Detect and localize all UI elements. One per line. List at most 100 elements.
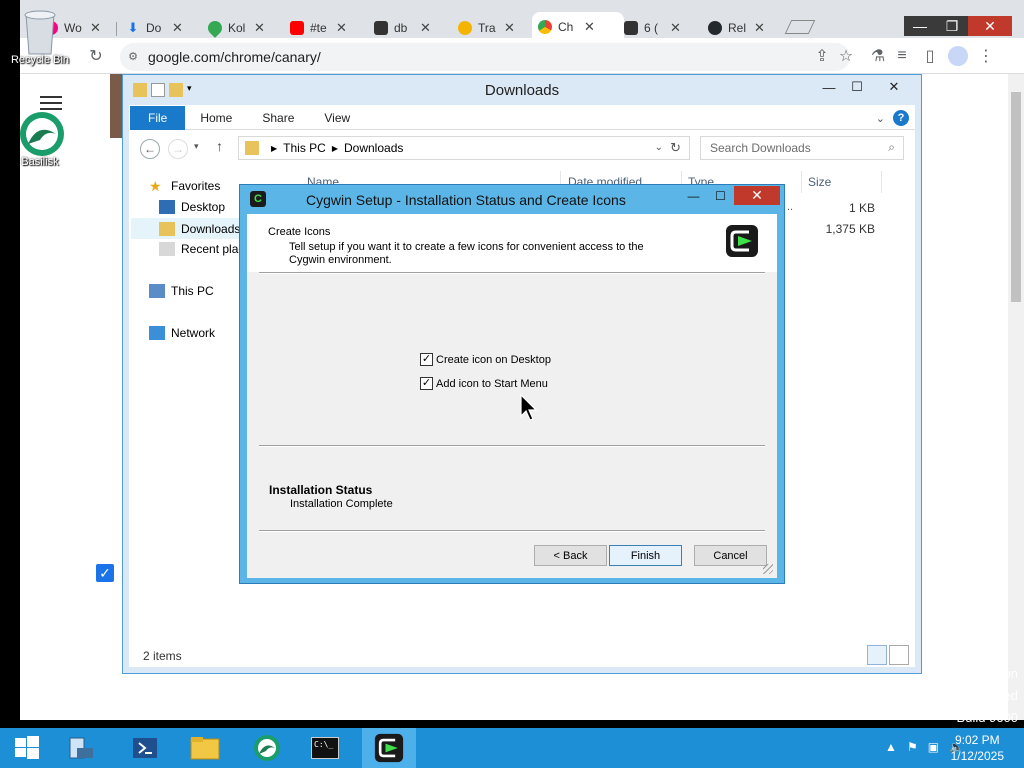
windows-logo-icon — [15, 736, 39, 759]
close-button[interactable]: ✕ — [968, 16, 1012, 36]
nav-recent-places[interactable]: Recent plac — [159, 242, 244, 256]
close-icon[interactable]: ✕ — [172, 20, 183, 36]
close-button[interactable]: ✕ — [734, 186, 780, 205]
star-icon: ★ — [149, 178, 162, 194]
ribbon-tab-file[interactable]: File — [130, 105, 186, 130]
share-icon[interactable]: ⇪ — [810, 44, 834, 68]
taskbar-command-prompt[interactable]: C:\_ — [298, 728, 352, 768]
cancel-button[interactable]: Cancel — [694, 545, 767, 566]
close-icon[interactable]: ✕ — [254, 20, 265, 36]
basilisk-icon — [254, 735, 280, 761]
close-icon[interactable]: ✕ — [336, 20, 347, 36]
nav-favorites[interactable]: ★ Favorites — [149, 179, 220, 193]
ribbon-tab-home[interactable]: Home — [185, 106, 247, 130]
nav-this-pc[interactable]: This PC — [149, 284, 214, 298]
media-queue-icon[interactable]: ≡ — [890, 44, 914, 68]
address-text: google.com/chrome/canary/ — [148, 49, 321, 65]
column-size[interactable]: Size — [802, 171, 882, 193]
youtube-icon — [290, 21, 304, 35]
help-icon[interactable]: ? — [893, 110, 909, 126]
resize-grip[interactable] — [763, 564, 773, 574]
reload-icon[interactable]: ↻ — [84, 44, 108, 68]
nav-label: Desktop — [181, 200, 226, 214]
chrome-icon — [538, 20, 552, 34]
github-icon — [708, 21, 722, 35]
taskbar-file-explorer[interactable] — [178, 728, 232, 768]
taskbar-cygwin-setup[interactable] — [362, 728, 416, 768]
recent-locations-icon[interactable]: ▾ — [194, 141, 199, 152]
ribbon-tab-share[interactable]: Share — [247, 106, 309, 130]
new-tab-button[interactable] — [784, 20, 816, 34]
close-icon[interactable]: ✕ — [754, 20, 765, 36]
refresh-icon[interactable]: ↻ — [670, 140, 681, 156]
taskbar-server-manager[interactable] — [54, 728, 108, 768]
nav-network[interactable]: Network — [149, 326, 215, 340]
close-icon[interactable]: ✕ — [420, 20, 431, 36]
maximize-button[interactable]: ☐ — [843, 78, 871, 96]
close-icon[interactable]: ✕ — [670, 20, 681, 36]
address-bar[interactable]: google.com/chrome/canary/ — [120, 43, 850, 71]
desktop-icon-basilisk[interactable]: Basilisk — [4, 110, 76, 168]
close-button[interactable]: ✕ — [871, 78, 917, 96]
close-icon[interactable]: ✕ — [504, 20, 515, 36]
basilisk-icon — [18, 110, 64, 156]
nav-downloads[interactable]: Downloads — [131, 218, 241, 239]
minimize-button[interactable]: — — [680, 186, 707, 205]
tab-label: Rel — [728, 21, 746, 35]
large-icons-view-icon[interactable] — [889, 645, 909, 665]
nav-desktop[interactable]: Desktop — [159, 200, 225, 214]
checkbox-checked-icon[interactable]: ✓ — [420, 377, 433, 390]
maximize-button[interactable]: ❐ — [936, 16, 968, 36]
header-description: Tell setup if you want it to create a fe… — [289, 241, 644, 266]
action-center-flag-icon[interactable]: ⚑ — [907, 740, 918, 754]
ribbon-tab-view[interactable]: View — [309, 106, 365, 130]
back-button[interactable]: < Back — [534, 545, 607, 566]
header-title: Create Icons — [268, 226, 331, 238]
breadcrumb-this-pc[interactable]: This PC — [283, 141, 326, 155]
computer-icon — [149, 284, 165, 298]
checkbox-icon[interactable]: ✓ — [96, 564, 114, 582]
create-desktop-icon-checkbox[interactable]: ✓ Create icon on Desktop — [420, 353, 551, 366]
tab-separator — [116, 22, 117, 36]
bookmark-star-icon[interactable]: ☆ — [834, 44, 858, 68]
search-downloads-field[interactable]: Search Downloads ⌕ — [700, 136, 904, 160]
expand-ribbon-icon[interactable]: ⌄ — [876, 112, 885, 125]
page-scrollbar[interactable] — [1008, 74, 1024, 720]
divider — [259, 530, 765, 531]
start-button[interactable] — [0, 728, 54, 768]
close-icon[interactable]: ✕ — [584, 19, 595, 35]
kebab-menu-icon[interactable]: ⋮ — [974, 44, 998, 68]
windows-watermark: nse: expired — [947, 688, 1018, 703]
add-start-menu-checkbox[interactable]: ✓ Add icon to Start Menu — [420, 377, 548, 390]
finish-button[interactable]: Finish — [609, 545, 682, 566]
maximize-button[interactable]: ☐ — [707, 186, 734, 205]
network-status-icon[interactable]: ▣ — [928, 740, 939, 754]
taskbar-basilisk[interactable] — [240, 728, 294, 768]
page-thumb-icon — [374, 21, 388, 35]
chevron-down-icon[interactable]: ⌄ — [655, 142, 663, 153]
up-arrow-icon[interactable]: ↑ — [216, 138, 223, 154]
downloads-folder-icon — [245, 141, 259, 155]
details-view-icon[interactable] — [867, 645, 887, 665]
labs-flask-icon[interactable]: ⚗ — [866, 44, 890, 68]
site-info-icon[interactable]: ⚙ — [126, 50, 140, 63]
nav-label: Favorites — [171, 179, 221, 193]
checkbox-checked-icon[interactable]: ✓ — [420, 353, 433, 366]
download-icon: ⬇ — [127, 20, 139, 35]
back-icon[interactable]: ← — [140, 139, 160, 159]
breadcrumb[interactable]: ▶ This PC ▶ Downloads ⌄ ↻ — [238, 136, 690, 160]
side-panel-icon[interactable]: ▯ — [918, 44, 942, 68]
desktop-icon-recycle-bin[interactable]: Recycle Bin — [4, 8, 76, 66]
show-hidden-icons-icon[interactable]: ▲ — [885, 740, 897, 754]
navigation-bar: ← → ▾ ↑ ▶ This PC ▶ Downloads ⌄ ↻ Search… — [130, 133, 915, 163]
minimize-button[interactable]: — — [815, 78, 843, 96]
minimize-button[interactable]: — — [904, 16, 936, 36]
clock[interactable]: 9:02 PM 1/12/2025 — [951, 732, 1004, 764]
scrollbar-thumb[interactable] — [1011, 92, 1021, 302]
breadcrumb-downloads[interactable]: Downloads — [344, 141, 403, 155]
taskbar-powershell[interactable] — [118, 728, 172, 768]
close-icon[interactable]: ✕ — [90, 20, 101, 36]
forward-icon[interactable]: → — [168, 139, 188, 159]
browser-toolbar: ← ↻ google.com/chrome/canary/ ⚙ ⇪ ☆ ⚗ ≡ … — [20, 38, 1024, 74]
profile-avatar-icon[interactable] — [946, 44, 970, 68]
